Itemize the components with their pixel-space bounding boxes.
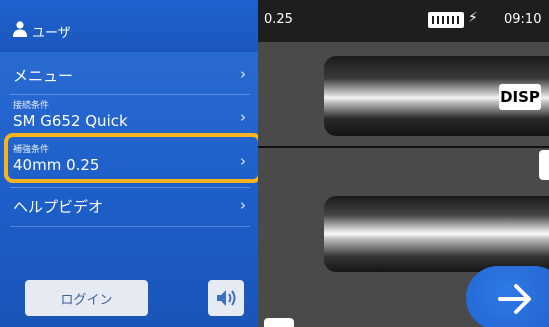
fusion-splicer-screen: ユーザ メニュー › 接続条件 SM G652 Quick › 補強条件 40m… [0,0,549,327]
splice-condition-value: SM G652 Quick [13,112,128,130]
speaker-button[interactable] [208,280,244,316]
speaker-icon [217,290,236,306]
sidebar-item-help-video[interactable]: ヘルプビデオ › [0,190,258,224]
sidebar: ユーザ メニュー › 接続条件 SM G652 Quick › 補強条件 40m… [0,0,262,327]
selection-highlight [4,133,262,183]
divider [10,94,250,95]
sidebar-item-menu[interactable]: メニュー › [0,60,258,92]
chevron-right-icon: › [240,65,246,83]
help-video-label: ヘルプビデオ [13,198,104,216]
fiber-image-bottom [324,196,549,272]
user-icon [13,21,27,37]
login-button[interactable]: ログイン [25,280,148,316]
splice-condition-caption: 接続条件 [13,101,50,111]
user-label: ユーザ [32,26,71,41]
chevron-right-icon: › [240,108,246,126]
sidebar-item-splice-condition[interactable]: 接続条件 SM G652 Quick › [0,96,258,132]
charging-bolt-icon: ⚡ [468,10,478,26]
side-panel-handle[interactable] [539,150,549,180]
sidebar-item-menu-label: メニュー [13,67,74,85]
next-button[interactable] [466,266,549,327]
divider [10,226,250,227]
chevron-right-icon: › [240,196,246,214]
arrow-right-icon [498,284,531,314]
battery-icon [428,12,464,28]
status-value: 0.25 [264,12,293,27]
clock-time: 09:10 [504,12,542,27]
bottom-panel-handle[interactable] [264,318,294,327]
status-bar: 0.25 ⚡ 09:10 [258,0,549,42]
sidebar-header[interactable]: ユーザ [0,0,258,52]
divider [10,187,250,188]
disp-button[interactable]: DISP [499,84,541,110]
